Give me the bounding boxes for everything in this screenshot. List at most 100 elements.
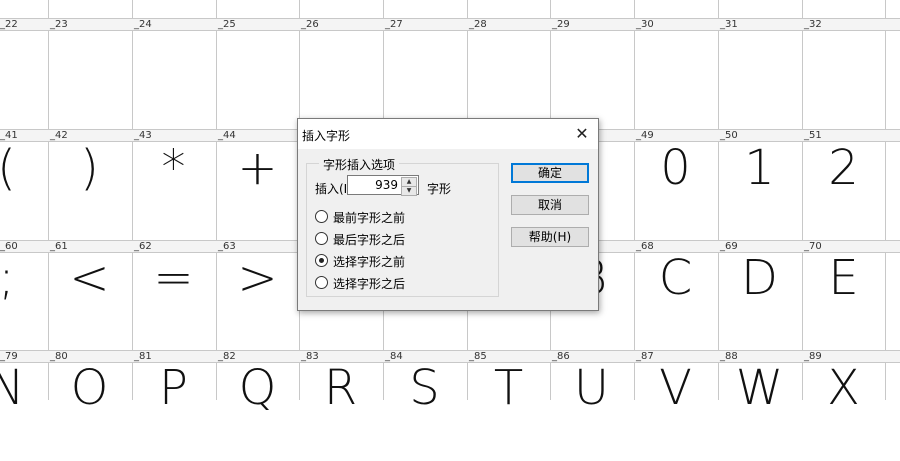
glyph-char: ; <box>0 250 15 306</box>
glyph-cell[interactable]: _84 S <box>383 350 466 461</box>
glyph-char: O <box>70 360 109 416</box>
glyph-index: _62 <box>134 241 152 252</box>
radio-button[interactable] <box>315 232 328 245</box>
glyph-cell[interactable]: _69 D <box>718 240 801 351</box>
glyph-cell[interactable]: _32 <box>802 18 885 129</box>
glyph-char: N <box>0 360 25 416</box>
glyph-cell[interactable]: _43 * <box>132 129 215 240</box>
glyph-index: _83 <box>301 351 319 362</box>
glyph-cell[interactable]: _31 <box>718 18 801 129</box>
radio-label: 选择字形之前 <box>333 255 406 269</box>
grid-column-line <box>885 0 886 400</box>
glyph-index: _80 <box>50 351 68 362</box>
glyph-cell[interactable]: _89 X <box>802 350 885 461</box>
glyph-index: _50 <box>720 130 738 141</box>
glyph-cell[interactable]: _82 Q <box>216 350 299 461</box>
glyph-char: ( <box>0 144 48 192</box>
glyph-index: _51 <box>804 130 822 141</box>
glyph-char: + <box>237 140 278 196</box>
glyph-char: 0 <box>660 140 691 196</box>
glyph-cell[interactable]: _24 <box>132 18 215 129</box>
glyph-index: _87 <box>636 351 654 362</box>
unit-label: 字形 <box>427 182 452 196</box>
insert-glyph-dialog: 插入字形 ✕ 字形插入选项 插入(I) 939 ▲ ▼ 字形 最前字形之前 最后… <box>297 118 599 311</box>
glyph-cell[interactable]: _68 C <box>634 240 717 351</box>
glyph-cell[interactable]: _49 0 <box>634 129 717 240</box>
glyph-char: D <box>741 250 778 306</box>
glyph-char: R <box>323 360 358 416</box>
glyph-cell[interactable]: _28 <box>467 18 550 129</box>
glyph-cell[interactable]: _83 R <box>299 350 382 461</box>
glyph-index: _49 <box>636 130 654 141</box>
dialog-titlebar[interactable]: 插入字形 ✕ <box>298 119 598 149</box>
glyph-index: _70 <box>804 241 822 252</box>
glyph-cell[interactable]: _26 <box>299 18 382 129</box>
glyph-cell[interactable]: _79 N <box>0 350 48 461</box>
stepper-down-icon[interactable]: ▼ <box>401 186 417 196</box>
glyph-char: 2 <box>828 140 859 196</box>
radio-button[interactable] <box>315 276 328 289</box>
glyph-cell[interactable]: _25 <box>216 18 299 129</box>
glyph-index: _23 <box>50 19 68 30</box>
radio-label: 最后字形之后 <box>333 233 406 247</box>
radio-button[interactable] <box>315 210 328 223</box>
glyph-char: Q <box>238 360 277 416</box>
glyph-char: > <box>237 250 278 306</box>
glyph-cell[interactable]: _27 <box>383 18 466 129</box>
glyph-char: * <box>161 140 186 196</box>
glyph-index: _82 <box>218 351 236 362</box>
ok-button[interactable]: 确定 <box>511 163 589 183</box>
glyph-index: _22 <box>0 19 18 30</box>
glyph-cell[interactable]: _81 P <box>132 350 215 461</box>
glyph-cell[interactable]: _86 U <box>550 350 633 461</box>
glyph-index: _63 <box>218 241 236 252</box>
glyph-index: _43 <box>134 130 152 141</box>
glyph-index: _26 <box>301 19 319 30</box>
glyph-char: ) <box>80 140 99 196</box>
glyph-cell[interactable]: _29 <box>550 18 633 129</box>
glyph-cell[interactable]: _22 <box>0 18 48 129</box>
glyph-cell[interactable]: _30 <box>634 18 717 129</box>
glyph-char: C <box>658 250 693 306</box>
glyph-char: 1 <box>744 140 775 196</box>
cancel-button[interactable]: 取消 <box>511 195 589 215</box>
glyph-char: S <box>409 360 440 416</box>
dialog-title: 插入字形 <box>302 129 351 143</box>
glyph-cell[interactable]: _88 W <box>718 350 801 461</box>
insert-count-value[interactable]: 939 <box>375 178 398 192</box>
glyph-index: _84 <box>385 351 403 362</box>
glyph-char: X <box>827 360 860 416</box>
glyph-char: V <box>659 360 692 416</box>
glyph-cell[interactable]: _62 = <box>132 240 215 351</box>
help-button[interactable]: 帮助(H) <box>511 227 589 247</box>
glyph-index: _68 <box>636 241 654 252</box>
glyph-cell[interactable]: _60; <box>0 240 48 351</box>
glyph-cell[interactable]: _44 + <box>216 129 299 240</box>
glyph-index: _24 <box>134 19 152 30</box>
radio-label: 最前字形之前 <box>333 211 406 225</box>
insert-count-stepper[interactable]: 939 ▲ ▼ <box>347 175 419 196</box>
glyph-cell[interactable]: _70 E <box>802 240 885 351</box>
glyph-char: = <box>153 250 194 306</box>
glyph-index: _31 <box>720 19 738 30</box>
glyph-cell[interactable]: _51 2 <box>802 129 885 240</box>
glyph-cell[interactable]: _80 O <box>48 350 131 461</box>
glyph-char: W <box>735 360 784 416</box>
glyph-cell[interactable]: _42) <box>48 129 131 240</box>
glyph-char: U <box>573 360 610 416</box>
glyph-index: _32 <box>804 19 822 30</box>
radio-button[interactable] <box>315 254 328 267</box>
close-icon[interactable]: ✕ <box>572 124 592 144</box>
glyph-cell[interactable]: _23 <box>48 18 131 129</box>
glyph-index: _44 <box>218 130 236 141</box>
glyph-index: _69 <box>720 241 738 252</box>
glyph-cell[interactable]: _63 > <box>216 240 299 351</box>
glyph-cell[interactable]: _50 1 <box>718 129 801 240</box>
glyph-cell[interactable]: _85 T <box>467 350 550 461</box>
glyph-index: _61 <box>50 241 68 252</box>
glyph-cell[interactable]: _41( <box>0 129 48 240</box>
glyph-cell[interactable]: _61 < <box>48 240 131 351</box>
glyph-index: _85 <box>469 351 487 362</box>
glyph-index: _25 <box>218 19 236 30</box>
glyph-cell[interactable]: _87 V <box>634 350 717 461</box>
